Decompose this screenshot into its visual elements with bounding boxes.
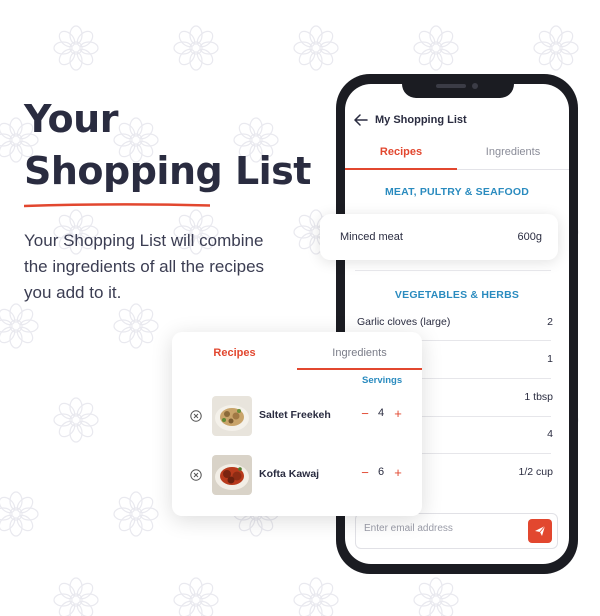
recipe-thumbnail xyxy=(212,455,252,495)
tab-ingredients[interactable]: Ingredients xyxy=(297,342,422,370)
section-title-vegetables: VEGETABLES & HERBS xyxy=(394,289,520,301)
app-tabs: Recipes Ingredients xyxy=(345,140,569,170)
phone-camera xyxy=(472,83,478,89)
ingredient-qty: 1/2 cup xyxy=(518,466,553,478)
tab-recipes[interactable]: Recipes xyxy=(172,342,297,370)
remove-circle-icon[interactable] xyxy=(190,469,202,481)
recipe-name: Kofta Kawaj xyxy=(259,468,320,480)
increase-servings-button[interactable]: + xyxy=(392,465,404,480)
email-input[interactable] xyxy=(364,523,514,534)
app-header: My Shopping List xyxy=(353,110,563,130)
ingredient-name: Garlic cloves (large) xyxy=(357,316,451,328)
ingredient-qty: 2 xyxy=(547,316,553,328)
back-arrow-icon[interactable] xyxy=(353,112,369,128)
servings-count: 4 xyxy=(377,407,385,419)
recipe-thumbnail xyxy=(212,396,252,436)
send-icon xyxy=(535,525,546,536)
headline-underline xyxy=(24,203,210,208)
recipe-name: Saltet Freekeh xyxy=(259,409,331,421)
recipe-row: Saltet Freekeh − 4 + xyxy=(172,396,422,436)
recipes-card-tabs: Recipes Ingredients xyxy=(172,342,422,370)
ingredient-qty: 600g xyxy=(517,231,542,243)
send-button[interactable] xyxy=(528,519,552,543)
remove-circle-icon[interactable] xyxy=(190,410,202,422)
section-title-meat: MEAT, PULTRY & SEAFOOD xyxy=(384,186,530,198)
increase-servings-button[interactable]: + xyxy=(392,406,404,421)
ingredient-qty: 1 tbsp xyxy=(524,391,553,403)
email-form xyxy=(355,513,558,549)
decrease-servings-button[interactable]: − xyxy=(359,465,371,480)
decrease-servings-button[interactable]: − xyxy=(359,406,371,421)
ingredient-qty: 4 xyxy=(547,428,553,440)
servings-count: 6 xyxy=(377,466,385,478)
tab-ingredients[interactable]: Ingredients xyxy=(457,140,569,170)
recipe-row: Kofta Kawaj − 6 + xyxy=(172,455,422,495)
servings-label: Servings xyxy=(362,375,403,386)
app-title: My Shopping List xyxy=(375,114,467,126)
phone-speaker xyxy=(436,84,466,88)
ingredient-card[interactable]: Minced meat 600g xyxy=(320,214,558,260)
recipes-card: Recipes Ingredients Servings Saltet Free… xyxy=(172,332,422,516)
headline-line-2: Shopping List xyxy=(24,149,311,193)
ingredient-name: Minced meat xyxy=(340,231,403,243)
ingredient-qty: 1 xyxy=(547,353,553,365)
promo-headline: Your Shopping List xyxy=(24,96,311,200)
promo-description: Your Shopping List will combine the ingr… xyxy=(24,231,265,302)
headline-line-1: Your xyxy=(24,97,118,141)
divider xyxy=(355,270,551,271)
tab-recipes[interactable]: Recipes xyxy=(345,140,457,170)
